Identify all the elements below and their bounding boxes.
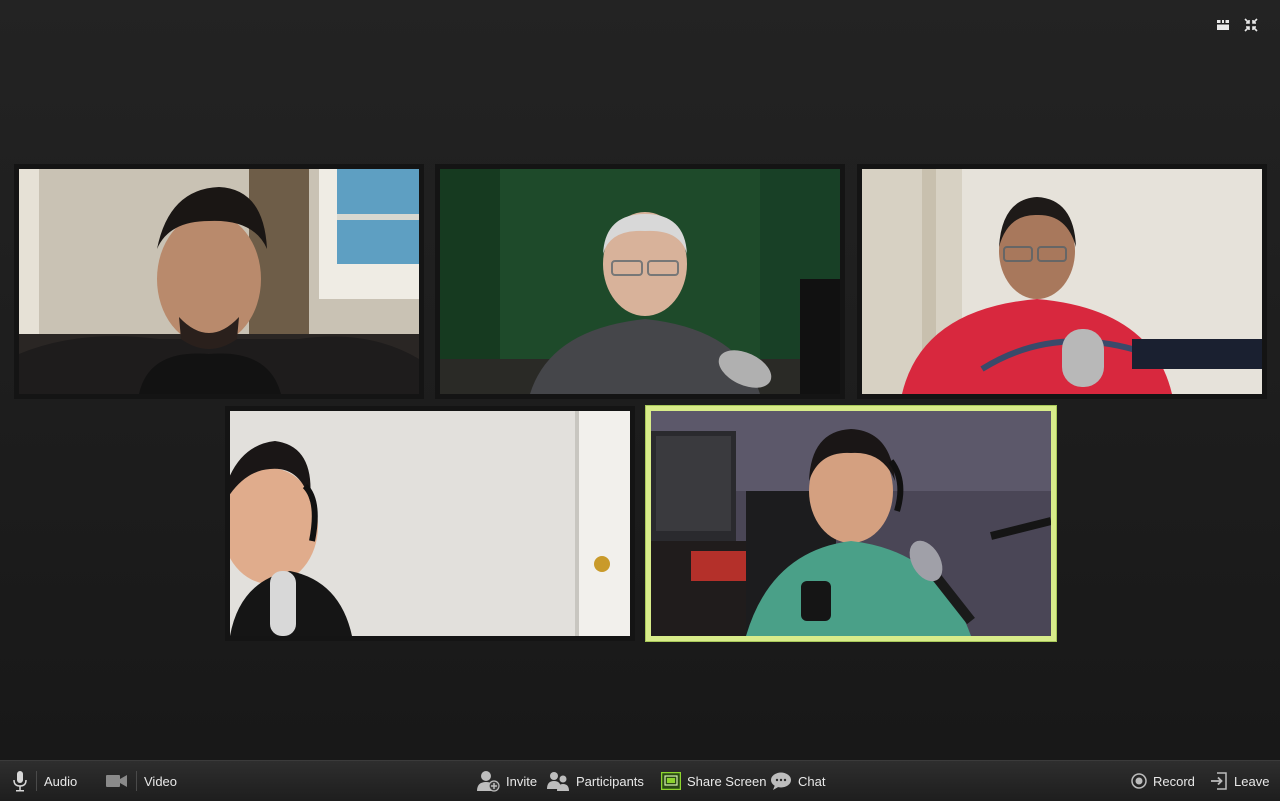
invite-user-icon (477, 771, 500, 792)
participant-video-tile[interactable] (225, 406, 635, 641)
participant-video-feed (862, 169, 1262, 394)
video-button[interactable] (106, 761, 128, 801)
participant-video-tile[interactable] (435, 164, 845, 399)
video-camera-icon (106, 775, 127, 787)
audio-label: Audio (44, 773, 78, 789)
leave-button[interactable]: Leave (1210, 761, 1269, 801)
microphone-icon (13, 771, 27, 792)
record-icon (1131, 773, 1147, 789)
video-label: Video (144, 773, 178, 789)
record-label: Record (1153, 773, 1195, 789)
participant-video-feed (19, 169, 419, 394)
record-button[interactable]: Record (1131, 761, 1195, 801)
active-speaker-video-tile[interactable] (646, 406, 1056, 641)
participants-icon (547, 772, 569, 791)
participant-video-feed (440, 169, 840, 394)
participants-button[interactable]: Participants (546, 761, 644, 801)
participant-video-tile[interactable] (14, 164, 424, 399)
leave-label: Leave (1234, 773, 1270, 789)
participant-video-tile[interactable] (857, 164, 1267, 399)
leave-icon (1211, 772, 1227, 790)
toolbar-divider (136, 771, 137, 791)
audio-label-button[interactable]: Audio (44, 761, 77, 801)
participants-label: Participants (576, 773, 644, 789)
grid-view-icon[interactable] (1216, 18, 1230, 32)
chat-bubble-icon (771, 772, 791, 790)
chat-button[interactable]: Chat (770, 761, 825, 801)
view-controls (1216, 18, 1258, 32)
exit-fullscreen-icon[interactable] (1244, 18, 1258, 32)
video-label-button[interactable]: Video (144, 761, 177, 801)
invite-button[interactable]: Invite (476, 761, 537, 801)
participant-video-feed (651, 411, 1051, 636)
participant-video-feed (230, 411, 630, 636)
meeting-toolbar: Audio Video Invite Participants Share Sc… (0, 760, 1280, 801)
share-screen-icon (661, 772, 681, 790)
chat-label: Chat (798, 773, 826, 789)
share-screen-label: Share Screen (687, 773, 767, 789)
share-screen-button[interactable]: Share Screen (661, 761, 767, 801)
audio-button[interactable] (12, 761, 28, 801)
toolbar-divider (36, 771, 37, 791)
invite-label: Invite (506, 773, 538, 789)
video-gallery (0, 0, 1280, 760)
